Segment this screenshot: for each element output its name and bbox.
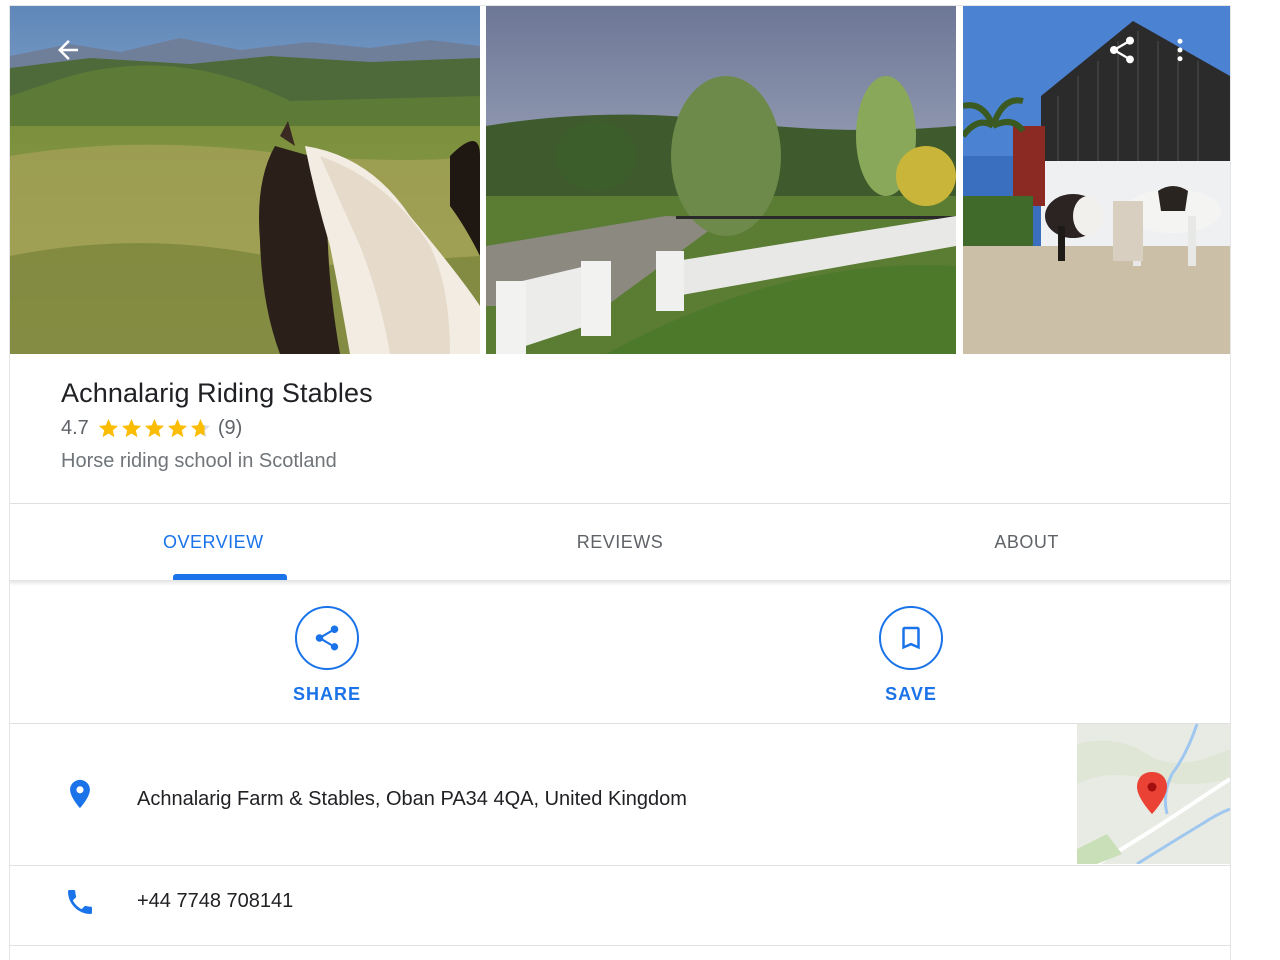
action-bar: SHARE SAVE: [10, 586, 1230, 724]
star-icon: [190, 418, 210, 438]
divider: [10, 945, 1230, 946]
place-card: Achnalarig Riding Stables 4.7 (9) Horse …: [10, 6, 1230, 960]
bookmark-icon: [902, 626, 920, 650]
share-icon: [1110, 36, 1134, 64]
back-button[interactable]: [48, 30, 88, 70]
tab-reviews[interactable]: REVIEWS: [417, 504, 824, 580]
place-category: Horse riding school in Scotland: [61, 450, 337, 472]
place-info: Achnalarig Riding Stables 4.7 (9) Horse …: [61, 378, 373, 473]
share-header-button[interactable]: [1102, 30, 1142, 70]
star-icon: [167, 418, 187, 438]
more-options-button[interactable]: [1160, 30, 1200, 70]
save-label: SAVE: [885, 684, 937, 704]
photo-2[interactable]: [486, 6, 956, 354]
phone-number: +44 7748 708141: [137, 890, 294, 912]
photo-strip[interactable]: [10, 6, 1230, 354]
tab-overview[interactable]: OVERVIEW: [10, 504, 417, 580]
star-icon: [98, 418, 118, 438]
tab-bar: OVERVIEW REVIEWS ABOUT: [10, 504, 1230, 580]
tab-about[interactable]: ABOUT: [823, 504, 1230, 580]
share-label: SHARE: [292, 684, 361, 704]
save-button[interactable]: SAVE: [851, 606, 971, 705]
share-button[interactable]: SHARE: [267, 606, 387, 705]
arrow-left-icon: [58, 40, 78, 60]
share-circle[interactable]: [295, 606, 359, 670]
place-title: Achnalarig Riding Stables: [61, 378, 373, 408]
save-circle[interactable]: [879, 606, 943, 670]
rating-row[interactable]: 4.7 (9): [61, 417, 373, 440]
address-text: Achnalarig Farm & Stables, Oban PA34 4QA…: [137, 788, 687, 810]
review-count[interactable]: (9): [218, 417, 242, 440]
star-icon: [121, 418, 141, 438]
address-row[interactable]: Achnalarig Farm & Stables, Oban PA34 4QA…: [10, 724, 1230, 864]
phone-icon: [62, 884, 98, 920]
rating-stars: [97, 417, 212, 440]
star-icon: [144, 418, 164, 438]
share-icon: [315, 625, 339, 651]
phone-row[interactable]: +44 7748 708141: [10, 866, 1230, 944]
location-pin-icon: [62, 776, 98, 812]
mini-map[interactable]: [1077, 724, 1230, 864]
rating-value: 4.7: [61, 417, 89, 439]
more-vert-icon: [1177, 38, 1183, 62]
